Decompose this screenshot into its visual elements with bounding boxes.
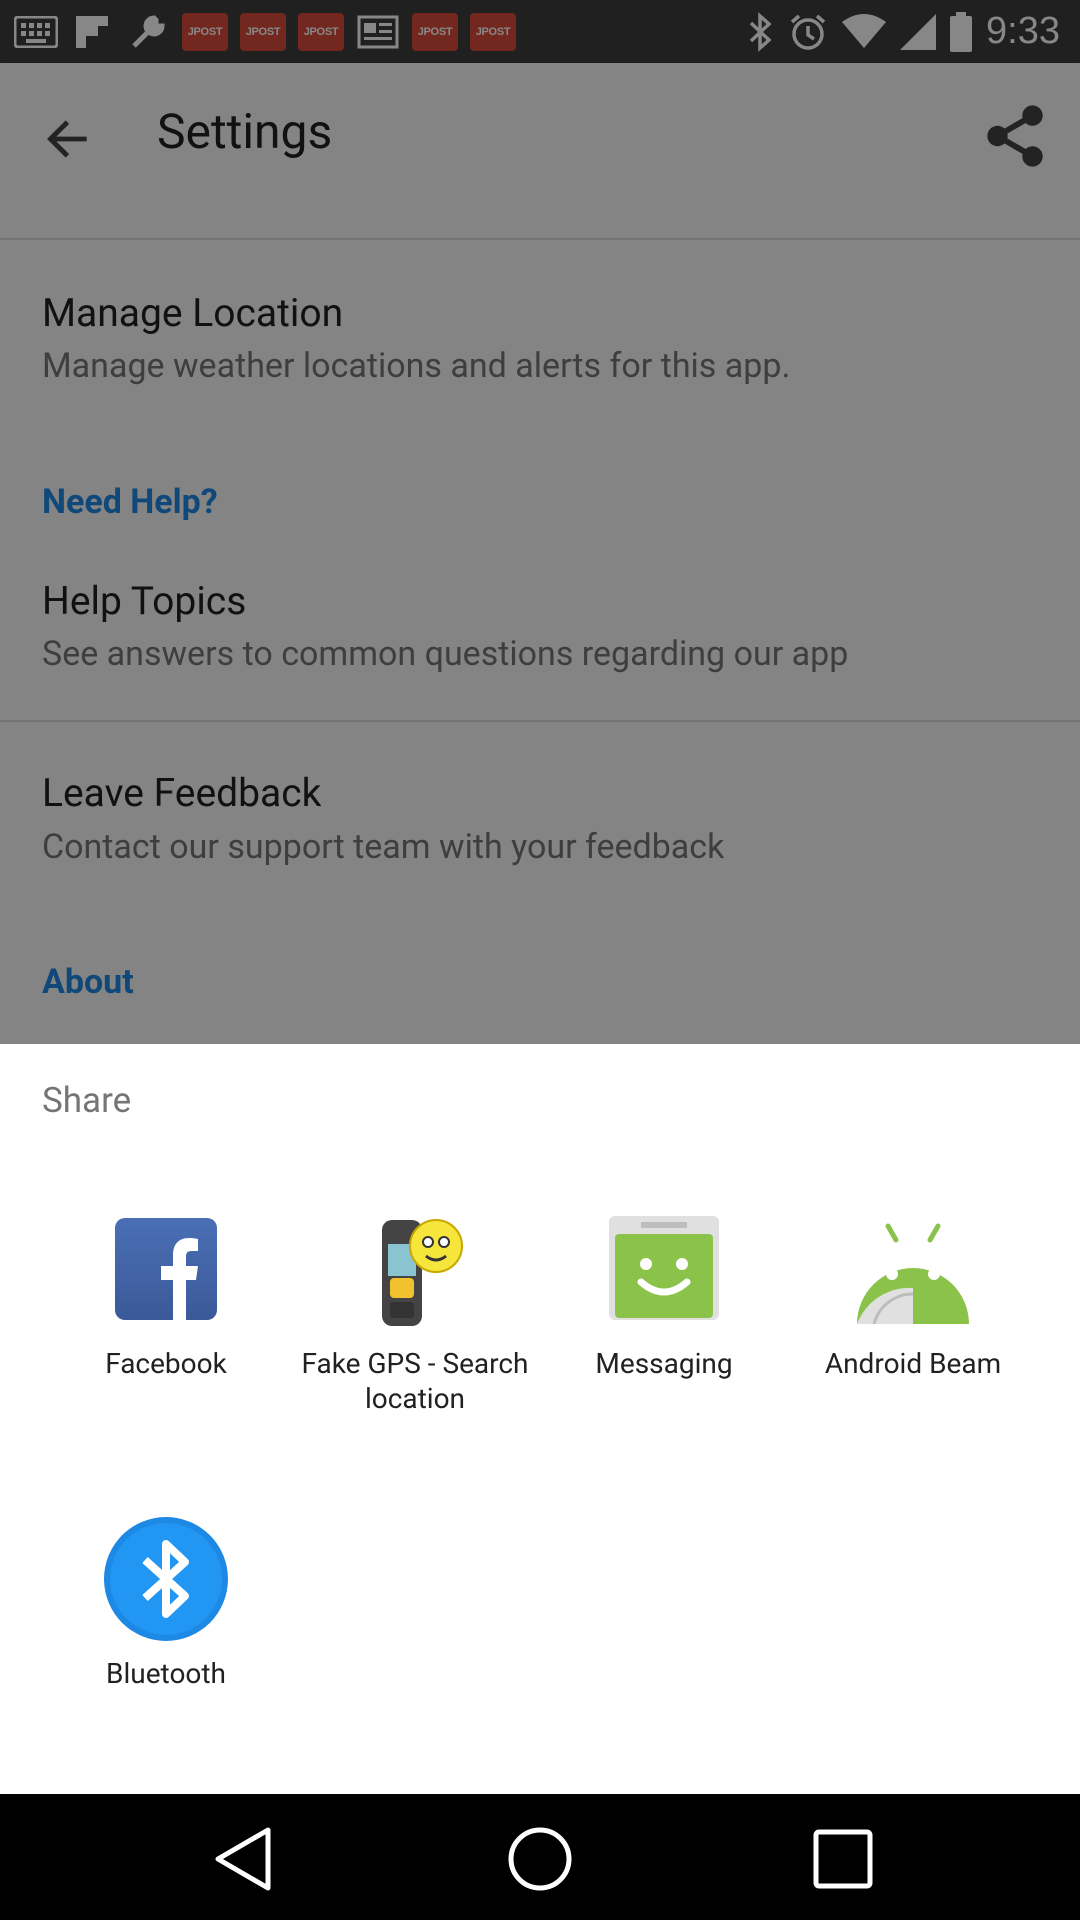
facebook-icon [115, 1218, 217, 1320]
app-label: Android Beam [824, 1347, 1002, 1380]
share-target-messaging[interactable]: Messaging [544, 1206, 784, 1381]
app-label: Bluetooth [106, 1657, 226, 1690]
share-sheet: Share Facebook Fake GPS - Search locatio… [0, 1044, 1080, 1794]
app-label: Fake GPS - Search location [301, 1347, 529, 1415]
fake-gps-icon [382, 1219, 463, 1326]
share-target-facebook[interactable]: Facebook [46, 1206, 286, 1381]
android-beam-icon [857, 1223, 969, 1325]
scrim-overlay[interactable] [0, 0, 1080, 1044]
share-target-bluetooth[interactable]: Bluetooth [46, 1516, 286, 1691]
share-target-fake-gps[interactable]: Fake GPS - Search location [295, 1206, 535, 1416]
recents-nav-icon[interactable] [808, 1824, 878, 1894]
bluetooth-icon [104, 1517, 228, 1641]
home-nav-icon[interactable] [505, 1824, 575, 1894]
share-sheet-title: Share [42, 1080, 132, 1121]
app-label: Messaging [595, 1347, 733, 1380]
share-target-android-beam[interactable]: Android Beam [793, 1206, 1033, 1381]
messaging-icon [609, 1216, 719, 1320]
back-nav-icon[interactable] [208, 1824, 278, 1894]
app-label: Facebook [105, 1347, 227, 1380]
navigation-bar [0, 1794, 1080, 1920]
